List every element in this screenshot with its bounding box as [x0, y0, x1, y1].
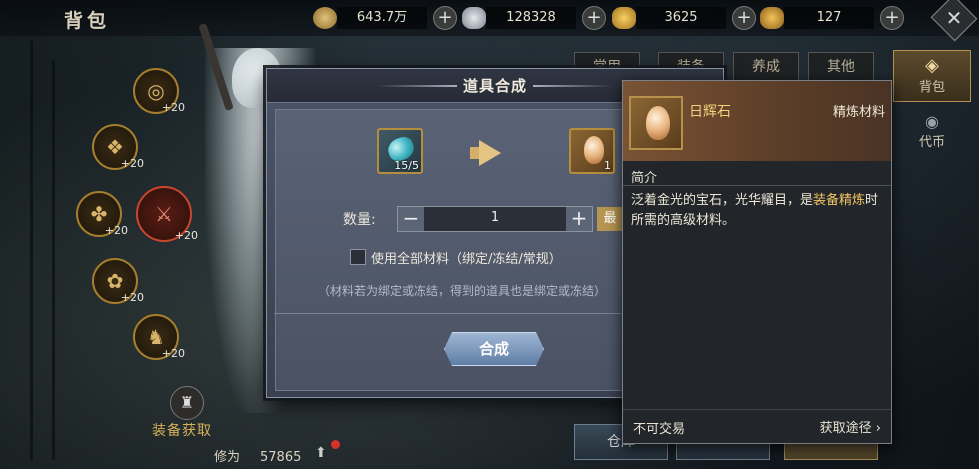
currency-silver: 128328 + [462, 5, 606, 31]
equip-slot-ring[interactable]: ◎ +20 [133, 68, 185, 114]
quantity-stepper[interactable]: − 1 + [397, 206, 593, 232]
currency-value: 643.7万 [337, 7, 427, 29]
side-tab-bag[interactable]: ◈ 背包 [893, 50, 971, 102]
belt-icon: ❖ [106, 135, 124, 159]
side-tab-label: 背包 [918, 80, 945, 95]
trade-status: 不可交易 [633, 422, 686, 437]
binding-note: （材料若为绑定或冻结，得到的道具也是绑定或冻结） [318, 284, 607, 298]
material-count: 15/5 [394, 159, 419, 172]
weapon-icon: ⚔ [155, 202, 173, 226]
cultivation-display: 修为 57865 [214, 446, 301, 465]
add-currency-button[interactable]: + [433, 6, 457, 30]
material-item-slot[interactable]: 15/5 [377, 128, 423, 174]
acquire-source-link[interactable]: 获取途径 › [820, 417, 881, 436]
enhance-level: +20 [174, 229, 198, 242]
bag-icon: ◈ [925, 55, 939, 76]
side-tab-label: 代币 [918, 135, 945, 150]
item-type: 精炼材料 [832, 105, 885, 120]
currency-value: 3625 [636, 7, 726, 29]
equip-slot-belt[interactable]: ❖ +20 [92, 124, 144, 170]
red-dot-badge [331, 440, 340, 449]
max-button[interactable]: 最 [597, 207, 623, 231]
equip-slot-weapon[interactable]: ⚔ +20 [136, 186, 198, 242]
charm-icon: ✿ [106, 269, 124, 293]
ring-icon: ◎ [147, 79, 165, 103]
enhance-level: +20 [120, 291, 144, 304]
tooltip-footer: 不可交易 获取途径 › [623, 409, 891, 443]
tooltip-item-icon [629, 96, 683, 150]
tooltip-header: 日辉石 精炼材料 [623, 81, 891, 161]
desc-text: 泛着金光的宝石，光华耀目，是 [631, 193, 814, 208]
silver-ingot-icon [462, 7, 486, 29]
desc-highlight: 装备精炼 [813, 193, 866, 208]
quantity-label: 数量: [343, 212, 376, 228]
item-name: 日辉石 [689, 104, 731, 120]
bound-gold-ingot-icon [760, 7, 784, 29]
tab-other[interactable]: 其他 [808, 52, 874, 82]
enhance-level: +20 [161, 101, 185, 114]
equip-slot-token[interactable]: ♞ +20 [133, 314, 185, 360]
side-tab-token[interactable]: ◉ 代币 [893, 108, 971, 160]
use-all-materials-checkbox[interactable] [350, 249, 366, 265]
item-description: 泛着金光的宝石，光华耀目，是装备精炼时所需的高级材料。 [631, 191, 885, 231]
bamboo-decor [52, 60, 55, 460]
coin-icon [313, 7, 337, 29]
sun-stone-icon [584, 136, 604, 164]
arrow-right-icon [479, 140, 501, 166]
result-item-slot[interactable]: 1 [569, 128, 615, 174]
bamboo-decor [30, 40, 33, 460]
currency-value: 128328 [486, 7, 576, 29]
equip-slot-pendant[interactable]: ✤ +20 [76, 191, 128, 237]
result-count: 1 [604, 159, 611, 172]
gold-ingot-icon [612, 7, 636, 29]
divider [623, 185, 891, 186]
add-currency-button[interactable]: + [732, 6, 756, 30]
currency-value: 127 [784, 7, 874, 29]
add-currency-button[interactable]: + [582, 6, 606, 30]
cultivation-value: 57865 [260, 450, 302, 465]
page-title: 背包 [64, 10, 111, 32]
equip-get-icon[interactable]: ♜ [170, 386, 204, 420]
currency-coin: 643.7万 + [313, 5, 457, 31]
enhance-level: +20 [161, 347, 185, 360]
enhance-level: +20 [120, 157, 144, 170]
add-currency-button[interactable]: + [880, 6, 904, 30]
token-icon: ♞ [147, 325, 165, 349]
decrease-button[interactable]: − [398, 207, 424, 231]
equip-get-button[interactable]: 装备获取 [152, 420, 212, 440]
increase-button[interactable]: + [566, 207, 592, 231]
item-tooltip: 日辉石 精炼材料 简介 泛着金光的宝石，光华耀目，是装备精炼时所需的高级材料。 … [622, 80, 892, 444]
quantity-value[interactable]: 1 [424, 210, 566, 225]
enhance-level: +20 [104, 224, 128, 237]
pendant-icon: ✤ [90, 202, 108, 226]
checkbox-label[interactable]: 使用全部材料（绑定/冻结/常规） [371, 248, 562, 267]
currency-bound-gold: 127 + [760, 5, 904, 31]
section-title: 简介 [631, 171, 658, 186]
token-tab-icon: ◉ [925, 112, 939, 131]
equip-slot-charm[interactable]: ✿ +20 [92, 258, 144, 304]
tab-cultivate[interactable]: 养成 [733, 52, 799, 82]
close-icon: ✕ [945, 6, 963, 31]
cultivation-label: 修为 [214, 450, 241, 465]
currency-gold: 3625 + [612, 5, 756, 31]
synthesize-button[interactable]: 合成 [444, 332, 544, 366]
sun-stone-icon [646, 106, 670, 140]
